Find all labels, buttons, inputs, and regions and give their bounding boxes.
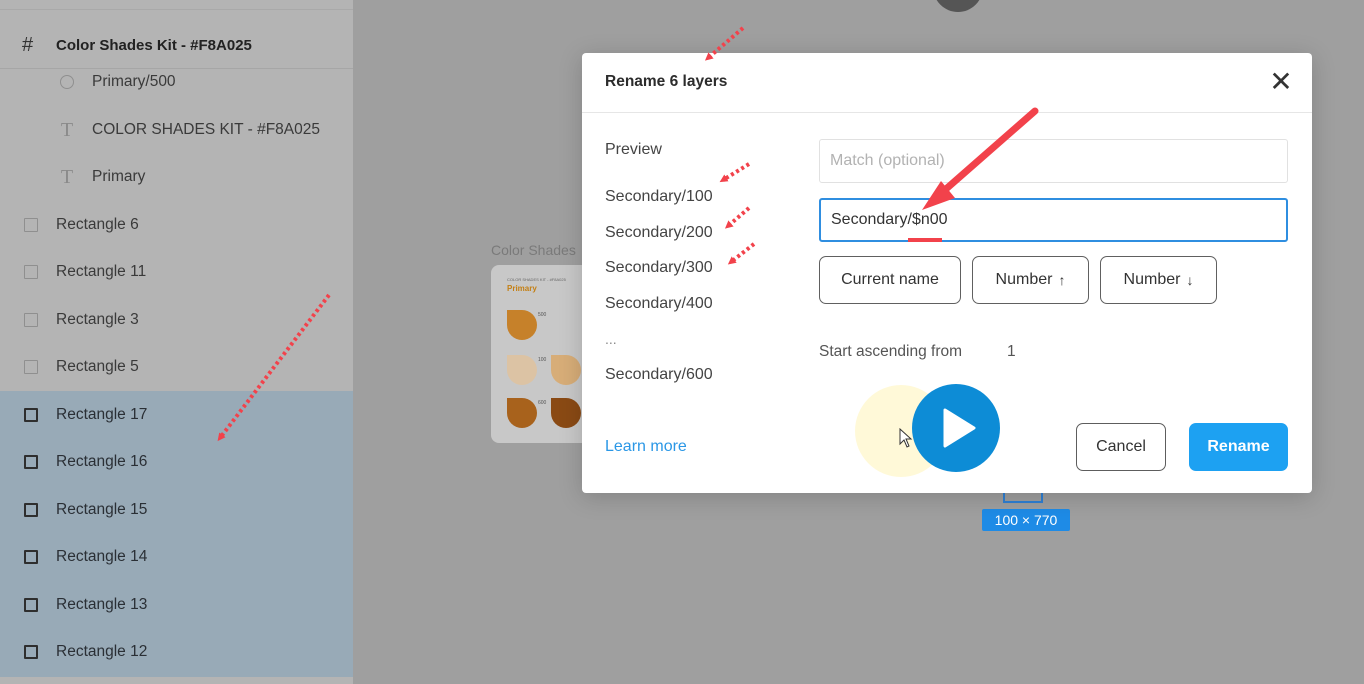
layer-primary-text[interactable]: T Primary [0,153,353,200]
rectangle-icon [24,312,38,327]
layer-rectangle-3[interactable]: Rectangle 3 [0,296,353,343]
arrow-down-icon: ↓ [1186,272,1194,288]
canvas-frame-label[interactable]: Color Shades [491,242,576,258]
canvas-circle-shape [933,0,983,12]
preview-ellipsis: ... [605,331,617,347]
layer-rectangle-17[interactable]: Rectangle 17 [0,391,353,438]
start-ascending-label: Start ascending from [819,343,963,360]
preview-item: Secondary/100 [605,188,713,205]
thumb-title: Primary [507,284,537,293]
preview-item: Secondary/300 [605,259,713,276]
rectangle-icon [24,597,38,612]
layer-label: Rectangle 16 [56,452,148,470]
layer-label: Primary/500 [92,72,176,90]
rectangle-icon [24,549,38,564]
layer-label: Rectangle 3 [56,310,139,328]
current-name-label: Current name [841,271,939,288]
thumb-header: COLOR SHADES KIT - #F8A025 [507,277,566,282]
layer-label: Rectangle 15 [56,500,148,518]
swatch-number: 600 [538,400,547,406]
swatch-200 [551,355,581,385]
preview-item: Secondary/400 [605,295,713,312]
preview-item-last: Secondary/600 [605,366,713,383]
layer-rectangle-12[interactable]: Rectangle 12 [0,628,353,675]
rectangle-icon [24,359,38,374]
text-icon: T [60,165,74,188]
layer-rectangle-11[interactable]: Rectangle 11 [0,248,353,295]
layers-panel: # Color Shades Kit - #F8A025 Primary/500… [0,0,353,684]
rectangle-icon [24,407,38,422]
dimension-badge: 100 × 770 [982,509,1070,531]
play-icon[interactable] [912,384,1000,472]
frame-label: Color Shades Kit - #F8A025 [56,36,252,54]
layer-primary-500[interactable]: Primary/500 [0,58,353,105]
rectangle-icon [24,502,38,517]
layer-label: Rectangle 12 [56,642,148,660]
dialog-title: Rename 6 layers [605,73,728,90]
swatch-100 [507,355,537,385]
rectangle-icon [24,454,38,469]
rename-input[interactable] [819,198,1288,242]
layer-rectangle-13[interactable]: Rectangle 13 [0,581,353,628]
layer-rectangle-14[interactable]: Rectangle 14 [0,533,353,580]
number-ascending-label: Number [995,271,1053,288]
swatch-number: 100 [538,357,547,363]
rectangle-icon [24,644,38,659]
number-ascending-button[interactable]: Number ↑ [972,256,1089,304]
text-icon: T [60,118,74,141]
panel-top-strip [0,0,353,10]
close-icon[interactable]: ✕ [1265,67,1297,99]
layer-label: Rectangle 13 [56,595,148,613]
rectangle-icon [24,264,38,279]
layer-label: Rectangle 14 [56,547,148,565]
layer-rectangle-5[interactable]: Rectangle 5 [0,343,353,390]
canvas-frame-thumbnail[interactable]: COLOR SHADES KIT - #F8A025 Primary 500 1… [491,265,591,443]
layer-label: Rectangle 5 [56,357,139,375]
frame-icon: # [22,33,34,56]
learn-more-link[interactable]: Learn more [605,438,687,456]
layer-label: Rectangle 11 [56,262,147,280]
preview-item: Secondary/200 [605,224,713,241]
current-name-button[interactable]: Current name [819,256,961,304]
layer-label: COLOR SHADES KIT - #F8A025 [92,120,320,138]
number-descending-button[interactable]: Number ↓ [1100,256,1217,304]
ellipse-icon [60,74,74,89]
layer-rectangle-6[interactable]: Rectangle 6 [0,201,353,248]
swatch-600 [507,398,537,428]
layer-label: Rectangle 17 [56,405,148,423]
match-input[interactable] [819,139,1288,183]
swatch-number: 500 [538,312,547,318]
play-triangle-icon [943,408,976,448]
dialog-header: Rename 6 layers ✕ [582,53,1312,113]
arrow-up-icon: ↑ [1058,272,1066,288]
rectangle-icon [24,217,38,232]
preview-label: Preview [605,141,662,158]
swatch-500 [507,310,537,340]
layer-color-shades-kit-text[interactable]: T COLOR SHADES KIT - #F8A025 [0,106,353,153]
layer-label: Primary [92,167,146,185]
layer-rectangle-15[interactable]: Rectangle 15 [0,486,353,533]
layer-label: Rectangle 6 [56,215,139,233]
cursor-icon [899,428,913,448]
swatch-700 [551,398,581,428]
cancel-button[interactable]: Cancel [1076,423,1166,471]
rename-button[interactable]: Rename [1189,423,1288,471]
number-descending-label: Number [1123,271,1181,288]
start-ascending-value[interactable]: 1 [1007,343,1016,361]
layer-rectangle-16[interactable]: Rectangle 16 [0,438,353,485]
